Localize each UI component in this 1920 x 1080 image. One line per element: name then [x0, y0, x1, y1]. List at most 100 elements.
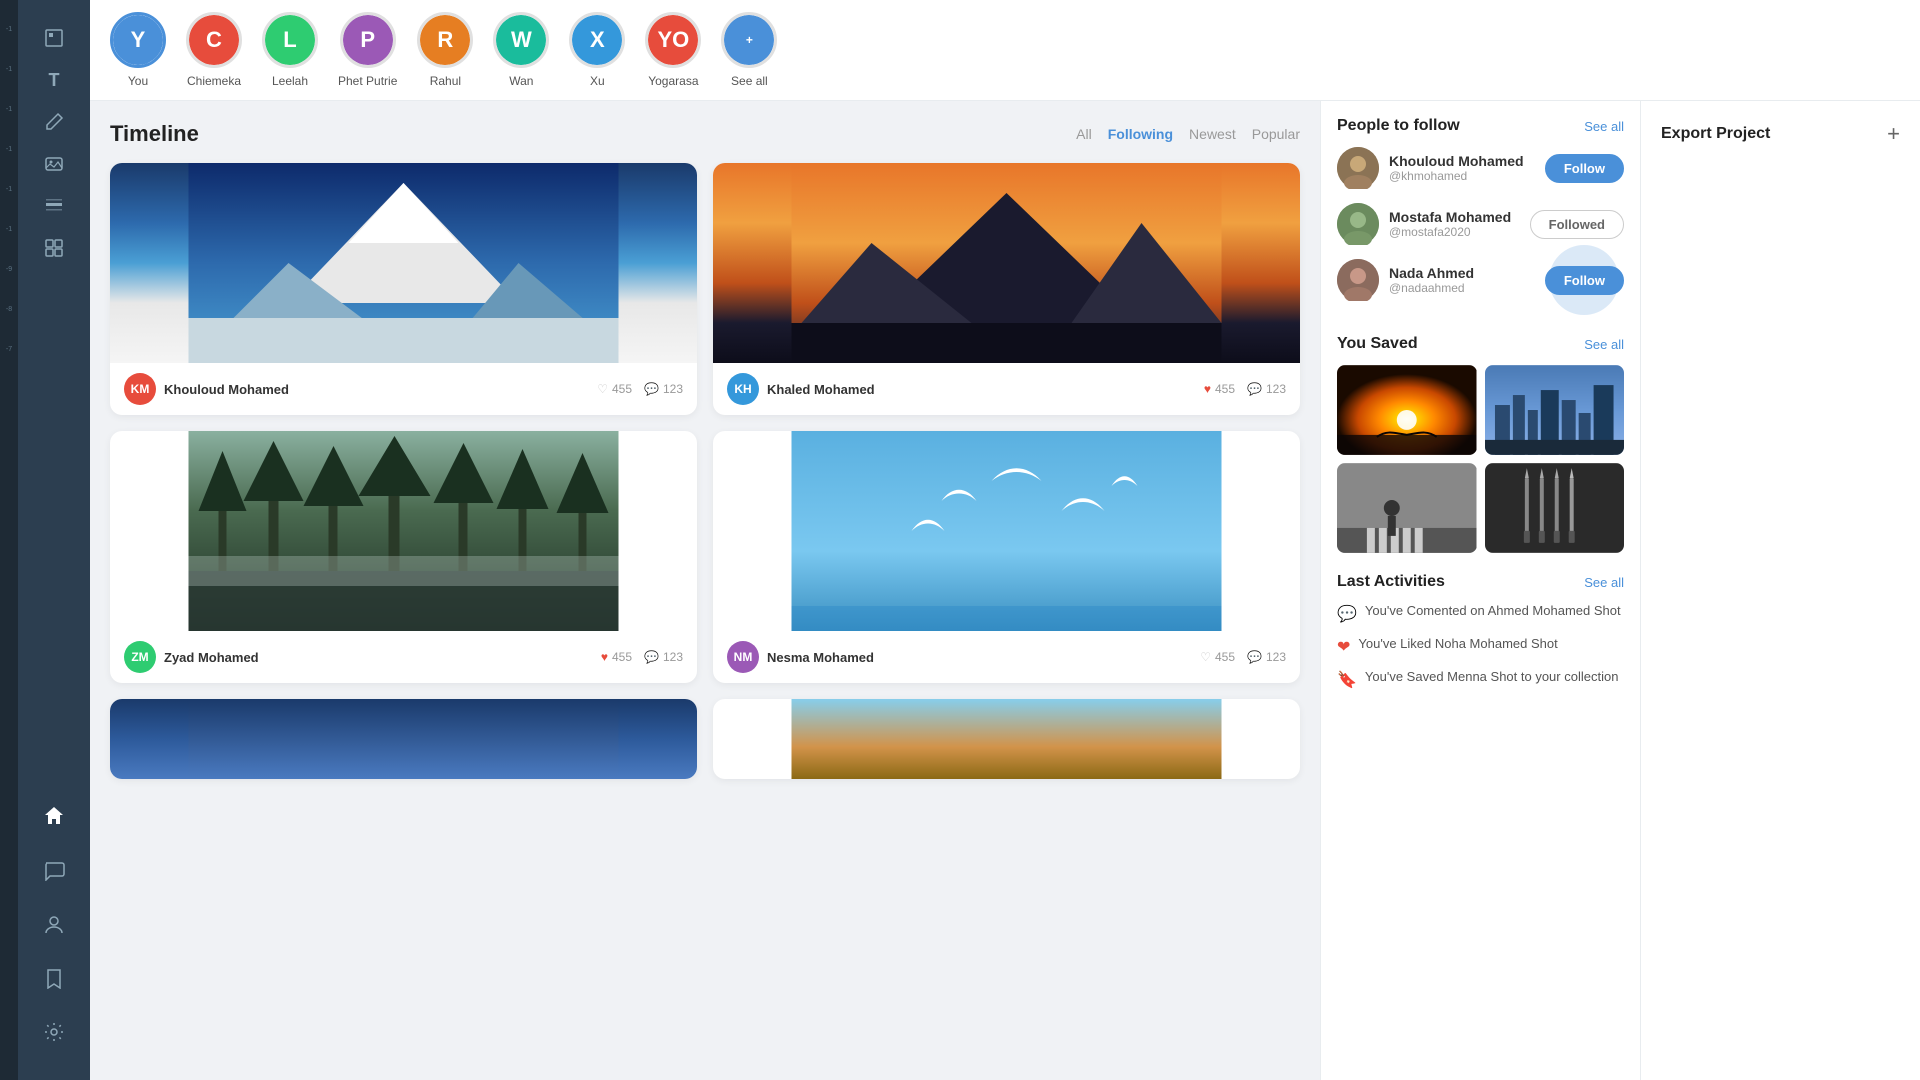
post-likes-1[interactable]: ♡ 455	[597, 382, 632, 396]
export-panel-header: Export Project +	[1661, 121, 1900, 147]
saved-img-knives[interactable]	[1485, 463, 1625, 553]
follow-name-khouloud: Khouloud Mohamed	[1389, 153, 1535, 169]
follow-item-khouloud: Khouloud Mohamed @khmohamed Follow	[1337, 147, 1624, 189]
story-name-see-all: See all	[731, 74, 768, 88]
follow-button-nada[interactable]: Follow	[1545, 266, 1624, 295]
activity-text-3: You've Saved Menna Shot to your collecti…	[1365, 669, 1619, 684]
post-likes-2[interactable]: ♥ 455	[1204, 382, 1235, 396]
you-saved-see-all[interactable]: See all	[1584, 337, 1624, 352]
filter-all[interactable]: All	[1076, 126, 1092, 142]
follow-info-khouloud: Khouloud Mohamed @khmohamed	[1389, 153, 1535, 183]
last-activities-see-all[interactable]: See all	[1584, 575, 1624, 590]
story-avatar-wan: W	[493, 12, 549, 68]
likes-count-2: 455	[1215, 382, 1235, 396]
post-author-name-2: Khaled Mohamed	[767, 382, 1196, 397]
post-image-3	[110, 431, 697, 631]
post-card-4[interactable]: NM Nesma Mohamed ♡ 455 💬 123	[713, 431, 1300, 683]
filter-newest[interactable]: Newest	[1189, 126, 1236, 142]
comments-count-2: 123	[1266, 382, 1286, 396]
follow-name-mostafa: Mostafa Mohamed	[1389, 209, 1520, 225]
people-to-follow-header: People to follow See all	[1337, 117, 1624, 135]
filter-popular[interactable]: Popular	[1252, 126, 1300, 142]
you-saved-header: You Saved See all	[1337, 335, 1624, 353]
timeline-title: Timeline	[110, 121, 199, 147]
post-comments-3[interactable]: 💬 123	[644, 650, 683, 664]
story-avatar-yogarasa: YO	[645, 12, 701, 68]
follow-button-khouloud[interactable]: Follow	[1545, 154, 1624, 183]
post-image-4	[713, 431, 1300, 631]
heart-outline-icon-1: ♡	[597, 382, 608, 396]
saved-img-city[interactable]	[1485, 365, 1625, 455]
post-author-avatar-2: KH	[727, 373, 759, 405]
export-plus-button[interactable]: +	[1887, 121, 1900, 147]
post-footer-1: KM Khouloud Mohamed ♡ 455 💬 123	[110, 363, 697, 415]
heart-outline-icon-4: ♡	[1200, 650, 1211, 664]
comment-icon-3: 💬	[644, 650, 659, 664]
bookmark-nav-icon[interactable]	[36, 960, 72, 996]
post-comments-1[interactable]: 💬 123	[644, 382, 683, 396]
post-image-2	[713, 163, 1300, 363]
user-nav-icon[interactable]	[36, 906, 72, 942]
activity-item-3: 🔖 You've Saved Menna Shot to your collec…	[1337, 669, 1624, 690]
post-likes-4[interactable]: ♡ 455	[1200, 650, 1235, 664]
post-card-1[interactable]: KM Khouloud Mohamed ♡ 455 💬 123	[110, 163, 697, 415]
story-avatar-rahul: R	[417, 12, 473, 68]
activity-text-2: You've Liked Noha Mohamed Shot	[1358, 636, 1557, 651]
story-leelah[interactable]: L Leelah	[262, 12, 318, 88]
post-footer-2: KH Khaled Mohamed ♥ 455 💬 123	[713, 363, 1300, 415]
follow-button-mostafa[interactable]: Followed	[1530, 210, 1624, 239]
story-name-xu: Xu	[590, 74, 605, 88]
follow-handle-khouloud: @khmohamed	[1389, 169, 1535, 183]
story-rahul[interactable]: R Rahul	[417, 12, 473, 88]
comment-icon-4: 💬	[1247, 650, 1262, 664]
story-name-you: You	[128, 74, 148, 88]
post-card-6[interactable]	[713, 699, 1300, 779]
saved-img-sunset[interactable]	[1337, 365, 1477, 455]
vertical-ruler: -1 -1 -1 -1 -1 -1 -9 -8 -7	[0, 0, 18, 1080]
pen-tool-icon[interactable]	[36, 104, 72, 140]
story-name-wan: Wan	[509, 74, 533, 88]
grid-tool-icon[interactable]	[36, 230, 72, 266]
post-stats-2: ♥ 455 💬 123	[1204, 382, 1286, 396]
post-card-3[interactable]: ZM Zyad Mohamed ♥ 455 💬 123	[110, 431, 697, 683]
text-tool-icon[interactable]: T	[36, 62, 72, 98]
saved-img-street[interactable]	[1337, 463, 1477, 553]
people-to-follow-see-all[interactable]: See all	[1584, 119, 1624, 134]
chat-nav-icon[interactable]	[36, 852, 72, 888]
image-tool-icon[interactable]	[36, 146, 72, 182]
filter-following[interactable]: Following	[1108, 126, 1173, 142]
story-phet[interactable]: P Phet Putrie	[338, 12, 397, 88]
people-to-follow-title: People to follow	[1337, 117, 1460, 135]
post-card-5[interactable]	[110, 699, 697, 779]
people-to-follow-section: People to follow See all Khouloud Mohame…	[1337, 117, 1624, 315]
follow-info-nada: Nada Ahmed @nadaahmed	[1389, 265, 1535, 295]
post-image-5	[110, 699, 697, 779]
post-footer-4: NM Nesma Mohamed ♡ 455 💬 123	[713, 631, 1300, 683]
post-comments-2[interactable]: 💬 123	[1247, 382, 1286, 396]
follow-item-mostafa: Mostafa Mohamed @mostafa2020 Followed	[1337, 203, 1624, 245]
story-yogarasa[interactable]: YO Yogarasa	[645, 12, 701, 88]
story-you[interactable]: Y You	[110, 12, 166, 88]
posts-grid: KM Khouloud Mohamed ♡ 455 💬 123	[110, 163, 1300, 779]
story-avatar-phet: P	[340, 12, 396, 68]
follow-avatar-nada	[1337, 259, 1379, 301]
story-see-all[interactable]: + See all	[721, 12, 777, 88]
story-chiemeka[interactable]: C Chiemeka	[186, 12, 242, 88]
last-activities-title: Last Activities	[1337, 573, 1445, 591]
heart-icon-3: ♥	[601, 650, 608, 664]
activity-item-2: ❤ You've Liked Noha Mohamed Shot	[1337, 636, 1624, 657]
post-card-2[interactable]: KH Khaled Mohamed ♥ 455 💬 123	[713, 163, 1300, 415]
post-author-name-1: Khouloud Mohamed	[164, 382, 589, 397]
post-likes-3[interactable]: ♥ 455	[601, 650, 632, 664]
home-nav-icon[interactable]	[36, 798, 72, 834]
story-xu[interactable]: X Xu	[569, 12, 625, 88]
post-stats-3: ♥ 455 💬 123	[601, 650, 683, 664]
you-saved-title: You Saved	[1337, 335, 1418, 353]
settings-nav-icon[interactable]	[36, 1014, 72, 1050]
follow-avatar-khouloud	[1337, 147, 1379, 189]
layout-tool-icon[interactable]	[36, 188, 72, 224]
story-wan[interactable]: W Wan	[493, 12, 549, 88]
frame-tool-icon[interactable]	[36, 20, 72, 56]
last-activities-header: Last Activities See all	[1337, 573, 1624, 591]
post-comments-4[interactable]: 💬 123	[1247, 650, 1286, 664]
